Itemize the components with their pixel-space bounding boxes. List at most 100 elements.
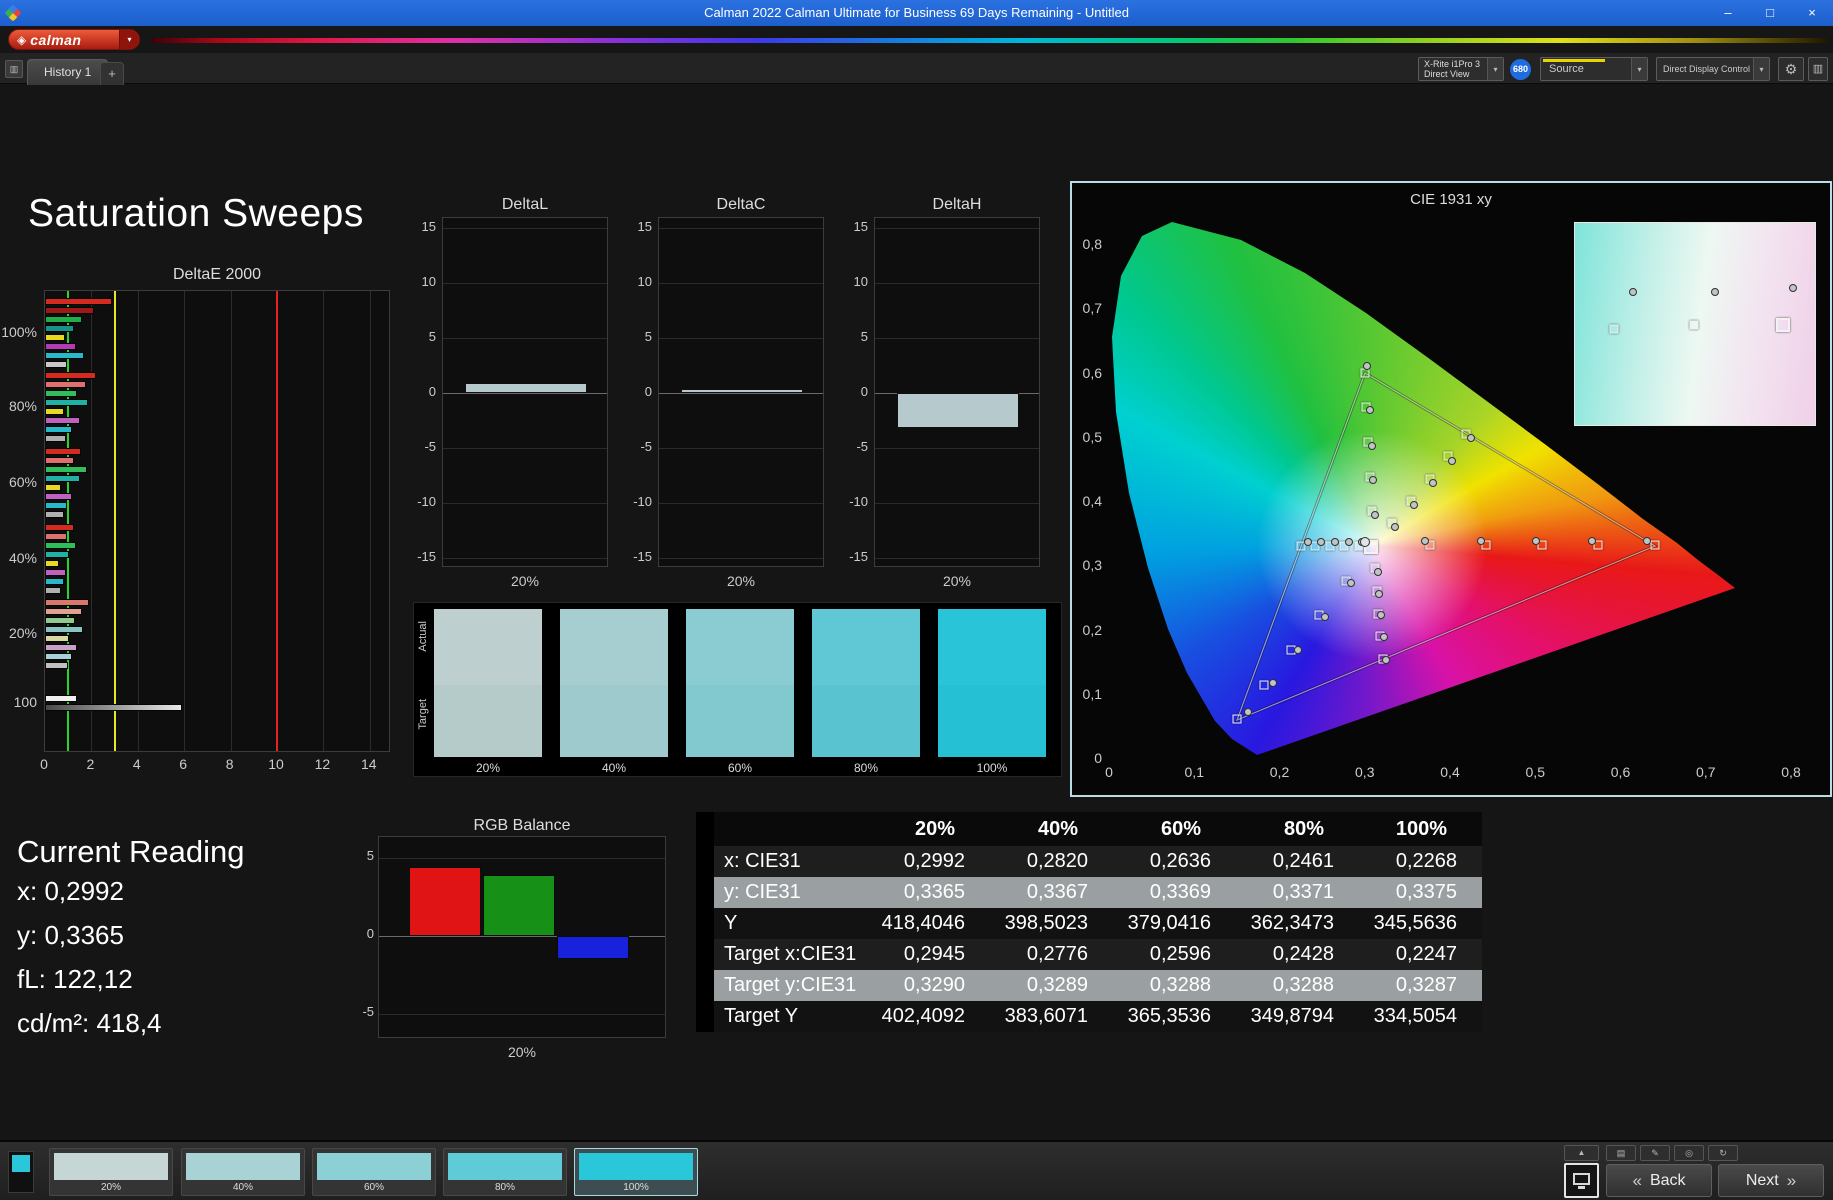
- table-row-label: y: CIE31: [724, 881, 801, 903]
- deltae-bar: [45, 435, 66, 442]
- deltae-bar: [45, 466, 87, 473]
- display-control-dropdown[interactable]: Direct Display Control ▾: [1656, 57, 1770, 81]
- rgb-y-tick: 0: [366, 926, 374, 941]
- collapse-button[interactable]: ▲: [1564, 1145, 1599, 1161]
- deltah-y-tick: 0: [860, 384, 868, 399]
- back-button[interactable]: « Back: [1606, 1164, 1712, 1197]
- deltae-bar: [45, 662, 69, 669]
- refresh-button[interactable]: ↻: [1708, 1145, 1738, 1161]
- layout-button[interactable]: ▥: [5, 60, 23, 78]
- table-cell: 418,4046: [881, 912, 965, 934]
- display-control-label: Direct Display Control: [1663, 64, 1751, 74]
- swatch-label: 40%: [601, 761, 627, 775]
- gridline: [443, 503, 607, 504]
- meter-dropdown[interactable]: X-Rite i1Pro 3 Direct View ▾: [1418, 57, 1504, 81]
- add-tab-button[interactable]: +: [100, 62, 124, 85]
- deltae-xlabels: 0 2 4 6 8 10 12 14: [40, 756, 414, 772]
- deltae-bar: [45, 417, 80, 424]
- cie-measured-point: [1369, 476, 1378, 485]
- deltae-title: DeltaE 2000: [172, 266, 262, 283]
- pattern-thumb[interactable]: 60%: [312, 1148, 436, 1196]
- source-dropdown[interactable]: Source ▾: [1540, 57, 1648, 81]
- annotate-button[interactable]: ✎: [1640, 1145, 1670, 1161]
- reading-fl: fL: 122,12: [17, 964, 133, 994]
- cie-x-tick: 0,7: [1696, 764, 1716, 780]
- preview-button[interactable]: ◎: [1674, 1145, 1704, 1161]
- deltae-bar: [45, 524, 74, 531]
- deltah-y-tick: 10: [853, 274, 868, 289]
- deltae-bar: [45, 457, 74, 464]
- next-button[interactable]: Next »: [1718, 1164, 1824, 1197]
- table-cell: 0,3290: [903, 974, 965, 996]
- logo-menu-arrow-icon[interactable]: ▾: [119, 30, 139, 49]
- deltal-y-tick: 0: [428, 384, 436, 399]
- pattern-thumb[interactable]: 100%: [574, 1148, 698, 1196]
- deltae-bar: [45, 608, 83, 615]
- deltae-x-tick: 10: [268, 756, 284, 772]
- table-cell: 0,3371: [1272, 881, 1334, 903]
- deltae-bar: [45, 635, 70, 642]
- swatch-target: [938, 685, 1046, 757]
- table-cell: 0,3287: [1395, 974, 1457, 996]
- swatch-target: [560, 685, 668, 757]
- deltal-plot: [442, 217, 608, 567]
- deltal-y-tick: 10: [421, 274, 436, 289]
- pattern-thumb[interactable]: 20%: [49, 1148, 173, 1196]
- print-button[interactable]: ▤: [1606, 1145, 1636, 1161]
- table-row: Y 418,4046 398,5023 379,0416 362,3473 345,563…: [696, 908, 1482, 939]
- cie-markers: [1072, 183, 1830, 795]
- cie-y-tick: 0,7: [1082, 300, 1102, 317]
- gridline: [875, 558, 1039, 559]
- deltae-gridline: [369, 291, 371, 751]
- calman-diamond-icon: ◈: [17, 32, 27, 47]
- table-row: Target y:CIE31 0,3290 0,3289 0,3288 0,3288 0,…: [696, 970, 1482, 1001]
- deltac-y-tick: -5: [640, 439, 652, 454]
- minimize-button[interactable]: –: [1707, 0, 1749, 26]
- cie-target-square: [1259, 680, 1269, 690]
- swatch-actual: [686, 609, 794, 685]
- panel-menu-icon[interactable]: ▥: [1808, 57, 1828, 81]
- deltah-y-tick: -10: [849, 494, 868, 509]
- tab-history-1[interactable]: History 1: [27, 59, 109, 85]
- cie-measured-point: [1382, 656, 1391, 665]
- display-mode-button[interactable]: [1564, 1163, 1599, 1198]
- pattern-thumb[interactable]: 40%: [181, 1148, 305, 1196]
- deltae-bar: [45, 617, 76, 624]
- swatch-label: 20%: [475, 761, 501, 775]
- pattern-thumb[interactable]: 80%: [443, 1148, 567, 1196]
- cie-measured-point: [1410, 500, 1419, 509]
- meter-label: X-Rite i1Pro 3 Direct View: [1419, 59, 1480, 79]
- deltal-bar: [465, 383, 587, 393]
- cie-measured-point: [1330, 538, 1339, 547]
- table-header-cell: 80%: [1283, 817, 1324, 840]
- gear-icon[interactable]: ⚙: [1778, 57, 1804, 81]
- chevron-down-icon[interactable]: ▾: [1631, 58, 1647, 80]
- cie-measured-point: [1367, 441, 1376, 450]
- chevron-down-icon[interactable]: ▾: [1487, 58, 1503, 80]
- rgb-bar-green: [483, 875, 555, 936]
- window-controls: – □ ×: [1707, 0, 1833, 26]
- deltae-bar: [45, 644, 78, 651]
- deltah-x-label: 20%: [942, 573, 972, 589]
- bottom-bar: 20% 40% 60% 80% 100% ▲ ▤ ✎ ◎ ↻ « Back Next »: [0, 1140, 1833, 1200]
- deltae-gridline: [230, 291, 232, 751]
- deltae-bar: [45, 551, 70, 558]
- deltah-plot: [874, 217, 1040, 567]
- close-button[interactable]: ×: [1791, 0, 1833, 26]
- maximize-button[interactable]: □: [1749, 0, 1791, 26]
- deltah-y-tick: 5: [860, 329, 868, 344]
- deltae-bar: [45, 484, 62, 491]
- chevron-down-icon[interactable]: ▾: [1753, 58, 1769, 80]
- deltae-bar: [45, 511, 64, 518]
- pattern-swatch: [448, 1153, 562, 1180]
- calman-logo[interactable]: ◈ calman ▾: [8, 29, 140, 50]
- table-header-row: 20% 40% 60% 80% 100%: [696, 812, 1482, 846]
- pattern-swatch: [579, 1153, 693, 1180]
- deltac-y-tick: 5: [644, 329, 652, 344]
- table-cell: 0,2268: [1395, 850, 1457, 872]
- table-cell: 402,4092: [881, 1005, 965, 1027]
- deltae-bar: [45, 372, 97, 379]
- deltae-x-tick: 14: [361, 756, 377, 772]
- cie-measured-point: [1375, 589, 1384, 598]
- target-row-label: Target: [417, 699, 429, 730]
